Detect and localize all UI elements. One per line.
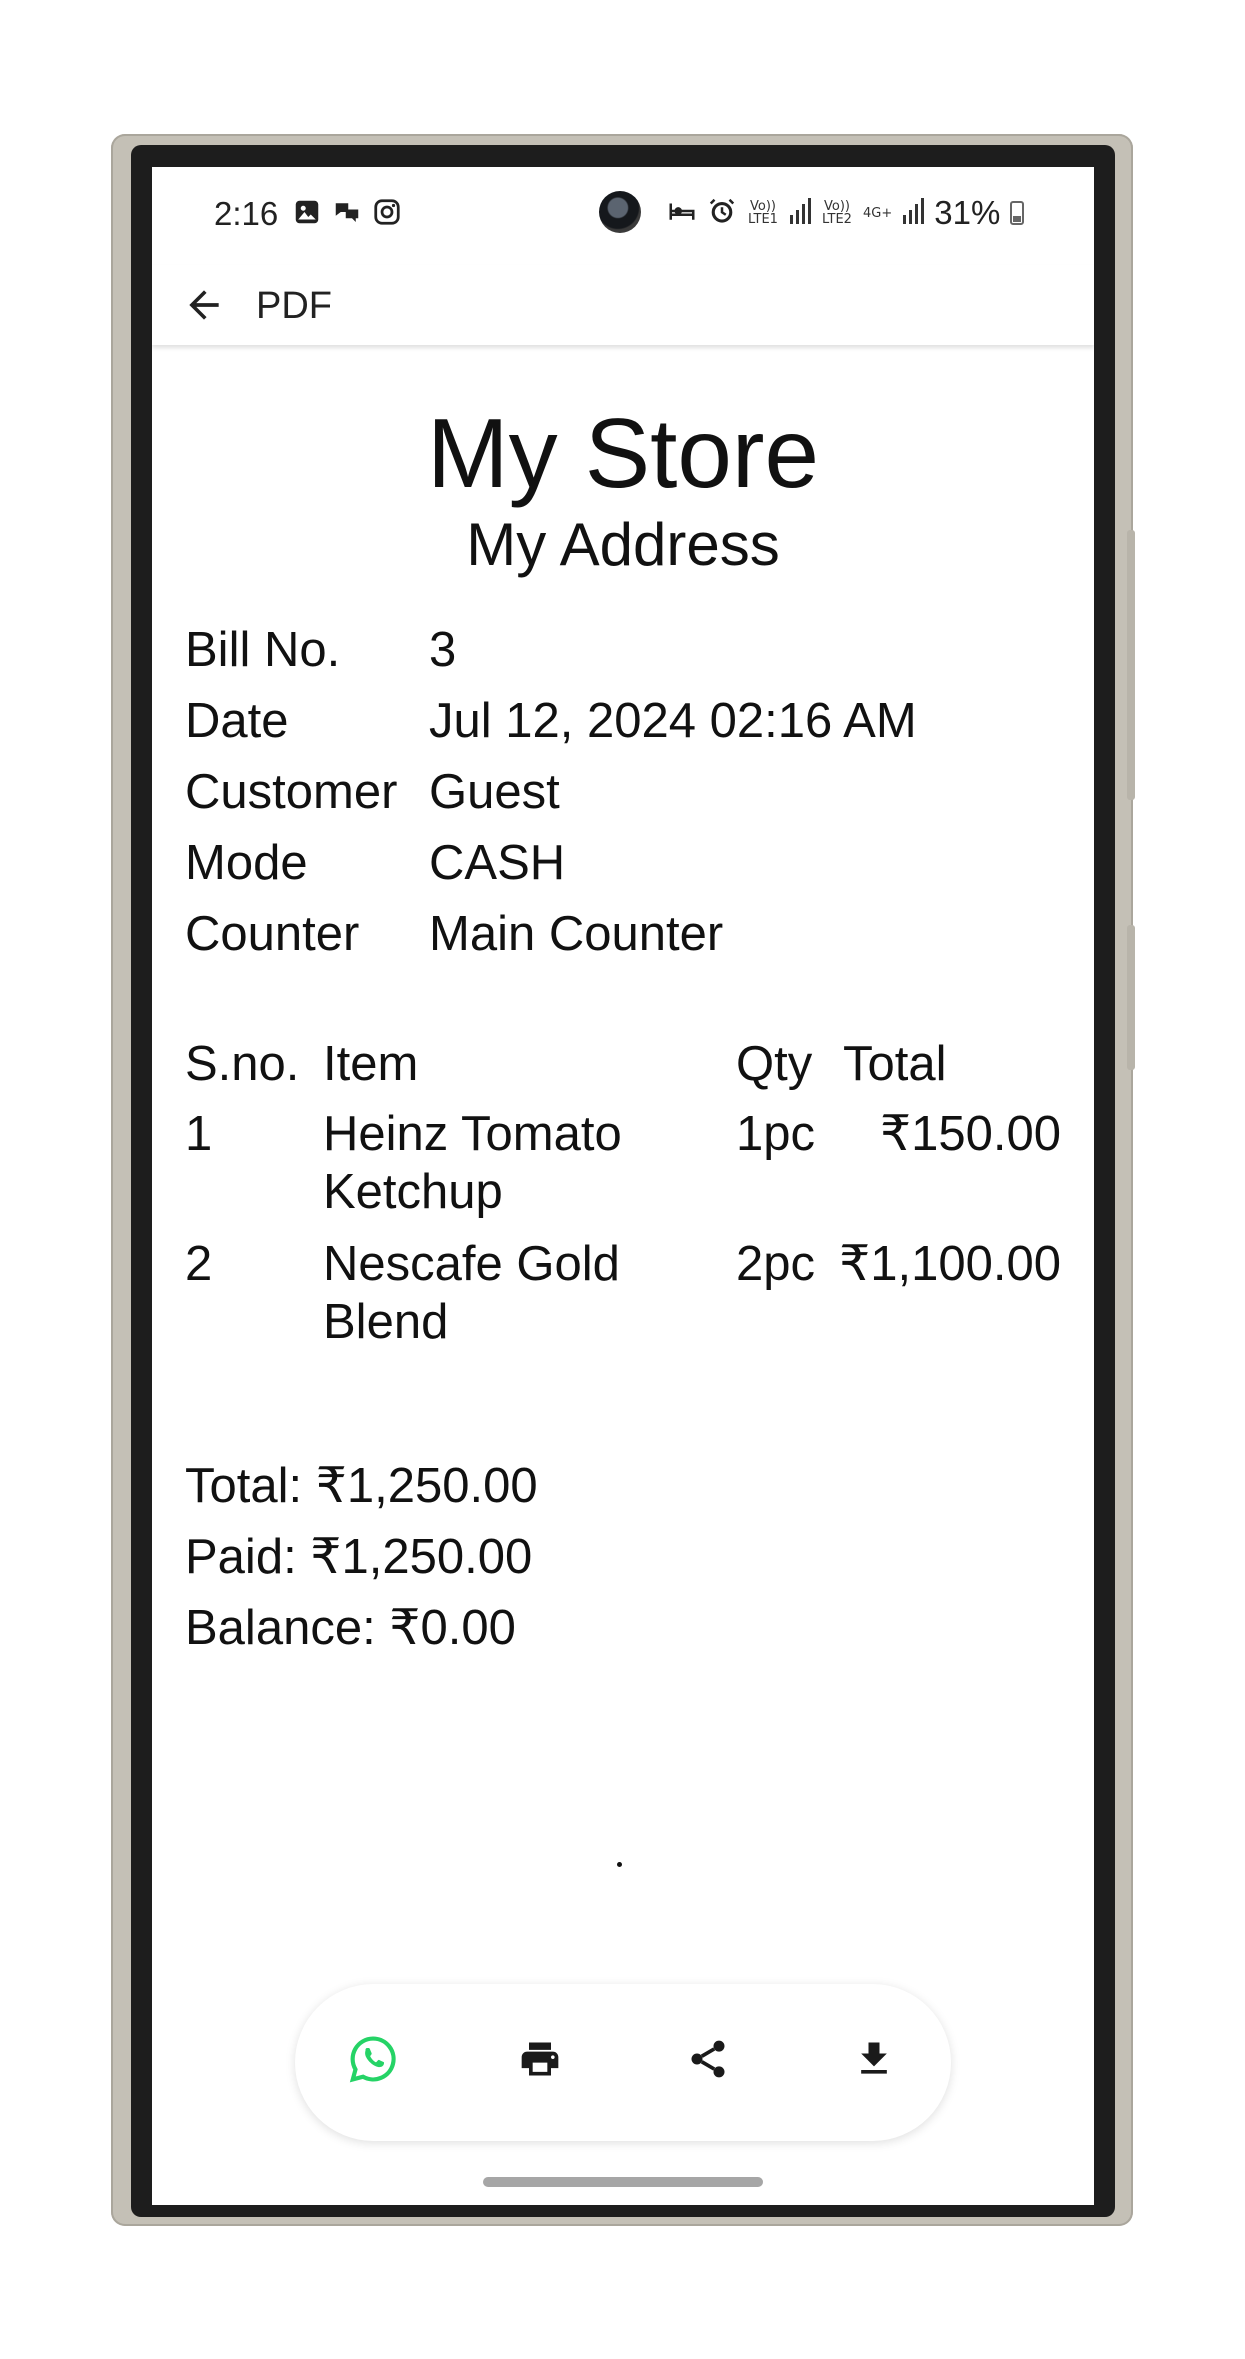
home-indicator[interactable]: [483, 2177, 763, 2187]
chat-icon: [332, 197, 362, 227]
volume-key: [1127, 530, 1135, 800]
info-value: Guest: [429, 765, 560, 819]
column-header-item: Item: [323, 1037, 419, 1091]
summary-balance: Balance: ₹0.00: [185, 1601, 516, 1655]
instagram-icon: [372, 197, 402, 227]
info-value: CASH: [429, 836, 566, 890]
alarm-icon: [707, 196, 737, 231]
row-qty: 1pc: [736, 1107, 816, 1161]
store-name: My Store: [426, 398, 820, 508]
share-icon: [686, 2037, 730, 2086]
column-header-sno: S.no.: [185, 1037, 300, 1091]
row-sno: 2: [185, 1237, 213, 1291]
battery-percent: 31%: [934, 194, 1001, 231]
share-button[interactable]: [675, 2028, 741, 2094]
summary-total: Total: ₹1,250.00: [185, 1459, 538, 1513]
info-value: Jul 12, 2024 02:16 AM: [429, 694, 917, 748]
status-time: 2:16: [214, 195, 279, 232]
status-right-icons: Vo)) LTE1 Vo)) LTE2 4G+ 31%: [667, 193, 1025, 233]
status-bar: 2:16 Vo)) LTE1 Vo)) LTE2 4G+ 31%: [152, 167, 1094, 265]
info-label: Counter: [185, 907, 360, 961]
row-sno: 1: [185, 1107, 213, 1161]
store-address: My Address: [466, 511, 780, 578]
info-label: Date: [185, 694, 289, 748]
download-button[interactable]: [841, 2028, 907, 2094]
row-total: ₹1,100.00: [839, 1237, 1061, 1291]
printer-icon: [518, 2037, 562, 2086]
action-bar: [295, 1984, 951, 2141]
summary-paid: Paid: ₹1,250.00: [185, 1530, 533, 1584]
page-dot: [617, 1862, 622, 1867]
info-label: Customer: [185, 765, 398, 819]
row-item-line2: Blend: [323, 1295, 449, 1349]
row-item-line1: Heinz Tomato: [323, 1107, 622, 1161]
whatsapp-icon: [348, 2034, 398, 2089]
volte-lte2-signal-icon: Vo)) LTE2: [822, 199, 852, 227]
page-title: PDF: [256, 285, 332, 327]
gallery-icon: [292, 197, 322, 227]
app-bar: PDF: [152, 265, 1094, 345]
battery-icon: [1010, 201, 1025, 225]
signal-icon: [902, 197, 925, 230]
download-icon: [852, 2037, 896, 2086]
column-header-total: Total: [843, 1037, 947, 1091]
whatsapp-button[interactable]: [340, 2028, 406, 2094]
volte-lte1-signal-icon: Vo)) LTE1: [748, 199, 778, 227]
print-button[interactable]: [507, 2028, 573, 2094]
column-header-qty: Qty: [736, 1037, 813, 1091]
front-camera: [599, 191, 641, 233]
arrow-left-icon[interactable]: [182, 283, 226, 327]
signal-icon: [789, 197, 811, 230]
sleep-mode-icon: [667, 196, 697, 231]
4g-plus-data-icon: 4G+: [863, 205, 893, 221]
info-label: Mode: [185, 836, 308, 890]
info-value: Main Counter: [429, 907, 724, 961]
row-qty: 2pc: [736, 1237, 816, 1291]
row-total: ₹150.00: [879, 1107, 1061, 1161]
row-item-line2: Ketchup: [323, 1165, 503, 1219]
phone-screen: 2:16 Vo)) LTE1 Vo)) LTE2 4G+ 31% PDF My …: [152, 167, 1094, 2205]
info-value: 3: [429, 623, 457, 677]
power-key: [1127, 925, 1135, 1070]
info-label: Bill No.: [185, 623, 341, 677]
row-item-line1: Nescafe Gold: [323, 1237, 620, 1291]
